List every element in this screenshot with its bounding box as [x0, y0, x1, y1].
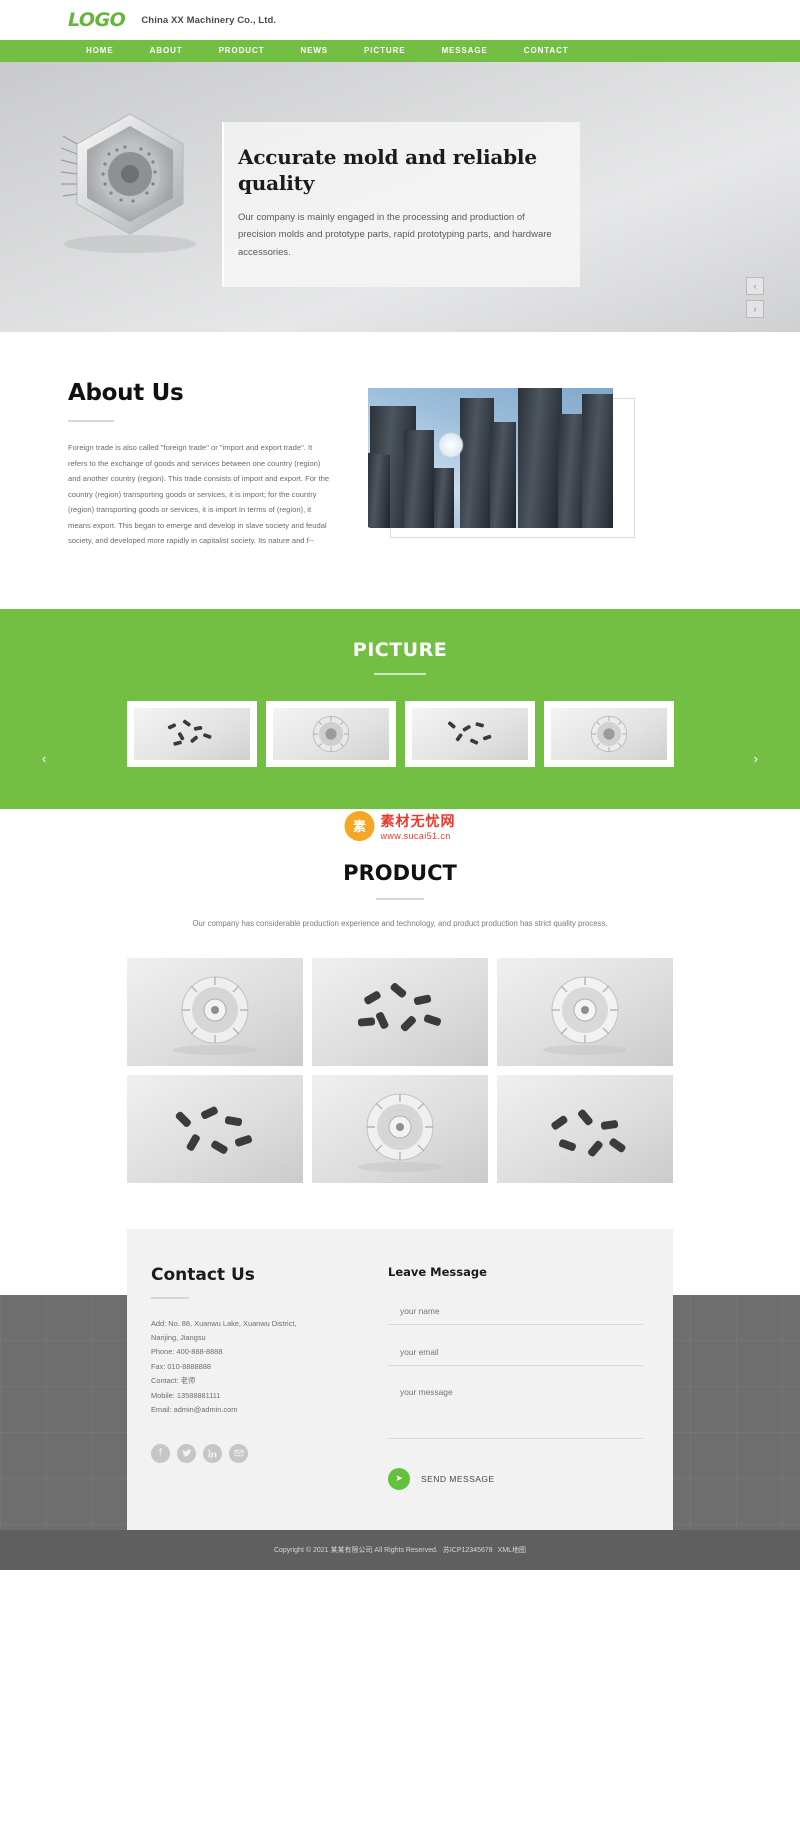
product-item[interactable] [312, 957, 488, 1066]
facebook-icon[interactable]: f [151, 1443, 170, 1463]
product-item[interactable] [497, 1074, 673, 1183]
about-image [368, 388, 613, 528]
product-section: PRODUCT Our company has considerable pro… [0, 850, 800, 1223]
contact-fax: Fax: 010-8888888 [151, 1361, 211, 1371]
contact-mobile: Mobile: 13588881111 [151, 1390, 221, 1400]
message-form-column: Leave Message ➤ SEND MESSAGE [382, 1255, 673, 1490]
name-input[interactable] [388, 1301, 643, 1325]
nav-item-about[interactable]: ABOUT [132, 40, 201, 62]
product-item[interactable] [312, 1074, 488, 1183]
contact-info-column: Contact Us Add: No. 88, Xuanwu Lake, Xua… [127, 1255, 382, 1490]
footer-icp-link[interactable]: 苏ICP12345678 [443, 1545, 493, 1555]
watermark-title: 素材无忧网 [380, 812, 456, 829]
picture-slide-image [133, 707, 250, 760]
product-item[interactable] [127, 957, 303, 1066]
hero-text-card: Accurate mold and reliable quality Our c… [222, 122, 580, 288]
contact-card: Contact Us Add: No. 88, Xuanwu Lake, Xua… [127, 1228, 673, 1530]
form-title: Leave Message [388, 1264, 487, 1279]
nav-item-home[interactable]: HOME [68, 40, 132, 62]
email-icon[interactable] [229, 1443, 248, 1463]
picture-next-button[interactable]: › [754, 751, 758, 766]
site-footer: Copyright © 2021 某某有限公司 All Rights Reser… [0, 1529, 800, 1570]
product-grid [127, 957, 673, 1183]
hero-title: Accurate mold and reliable quality [238, 145, 537, 196]
picture-slide[interactable] [404, 700, 535, 767]
hero-banner: Accurate mold and reliable quality Our c… [0, 62, 800, 332]
watermark-icon: 素 [344, 810, 375, 841]
mold-gear-image [60, 113, 196, 253]
company-name: China XX Machinery Co., Ltd. [141, 14, 277, 26]
send-message-button[interactable]: SEND MESSAGE [421, 1474, 495, 1484]
social-links: f [151, 1443, 368, 1463]
product-item[interactable] [497, 957, 673, 1066]
about-section: About Us Foreign trade is also called "f… [0, 332, 800, 609]
picture-slide[interactable] [265, 700, 396, 767]
contact-divider [151, 1296, 189, 1299]
contact-address-line-2: Nanjing, Jiangsu [151, 1332, 206, 1342]
product-divider [376, 897, 424, 900]
picture-carousel [0, 700, 800, 767]
about-text-column: About Us Foreign trade is also called "f… [68, 380, 330, 549]
contact-address-line-1: Add: No. 88, Xuanwu Lake, Xuanwu Distric… [151, 1318, 297, 1328]
about-image-column [368, 380, 732, 549]
picture-slide-image [550, 707, 667, 760]
footer-copyright: Copyright © 2021 某某有限公司 All Rights Reser… [273, 1546, 438, 1554]
picture-divider [374, 672, 426, 675]
send-icon[interactable]: ➤ [388, 1467, 410, 1490]
picture-slide[interactable] [126, 700, 257, 767]
site-logo[interactable]: LOGO [68, 9, 126, 31]
nav-item-picture[interactable]: PICTURE [346, 40, 423, 62]
about-title: About Us [68, 380, 184, 406]
hero-prev-button[interactable]: ‹ [746, 277, 764, 295]
hero-carousel-controls: ‹ › [746, 277, 764, 318]
picture-slide[interactable] [543, 700, 674, 767]
product-description: Our company has considerable production … [192, 918, 608, 928]
contact-phone: Phone: 400-888-8888 [151, 1347, 223, 1357]
hero-description: Our company is mainly engaged in the pro… [238, 211, 552, 258]
picture-section: PICTURE ‹ › [0, 608, 800, 809]
linkedin-icon[interactable] [203, 1443, 222, 1463]
hero-next-button[interactable]: › [746, 300, 764, 318]
picture-prev-button[interactable]: ‹ [42, 751, 46, 766]
contact-section: Contact Us Add: No. 88, Xuanwu Lake, Xua… [0, 1222, 800, 1530]
nav-item-product[interactable]: PRODUCT [201, 40, 283, 62]
nav-item-news[interactable]: NEWS [282, 40, 346, 62]
picture-title: PICTURE [352, 638, 448, 661]
main-navigation: HOME ABOUT PRODUCT NEWS PICTURE MESSAGE … [0, 40, 800, 62]
footer-sitemap-link[interactable]: XML地图 [498, 1545, 526, 1555]
contact-email: Email: admin@admin.com [151, 1405, 238, 1415]
about-paragraph: Foreign trade is also called "foreign tr… [68, 443, 330, 546]
watermark-url: www.sucai51.cn [380, 830, 451, 841]
nav-item-message[interactable]: MESSAGE [423, 40, 505, 62]
picture-slide-image [272, 707, 389, 760]
twitter-icon[interactable] [177, 1443, 196, 1463]
send-message-row: ➤ SEND MESSAGE [388, 1467, 643, 1490]
top-bar: LOGO China XX Machinery Co., Ltd. [0, 0, 800, 40]
email-input[interactable] [388, 1342, 643, 1366]
site-watermark: 素 素材无忧网 www.sucai51.cn [0, 808, 800, 851]
about-divider [68, 420, 114, 422]
product-title: PRODUCT [343, 860, 457, 885]
nav-item-contact[interactable]: CONTACT [506, 40, 587, 62]
picture-slide-image [411, 707, 528, 760]
product-item[interactable] [127, 1074, 303, 1183]
message-input[interactable] [388, 1382, 643, 1439]
contact-title: Contact Us [151, 1264, 255, 1285]
contact-person: Contact: 老师 [151, 1376, 196, 1386]
